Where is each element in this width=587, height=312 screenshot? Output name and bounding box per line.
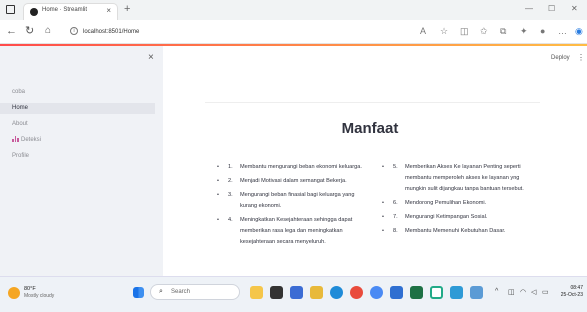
address-bar[interactable]: i localhost:8501/Home (70, 25, 400, 39)
wifi-icon[interactable]: ◠ (520, 288, 526, 296)
clock-date: 25-Oct-23 (560, 292, 583, 298)
sidebar: × coba Home About Deteksi Profile (0, 46, 163, 276)
task-view-icon[interactable] (270, 286, 283, 299)
weather-temp: 80°F (24, 286, 36, 292)
weather-condition: Mostly cloudy (24, 293, 55, 299)
search-icon: ⌕ (159, 288, 163, 295)
list-item: • 4. Meningkatkan Kesejahteraan sehingga d… (217, 217, 353, 245)
sidebar-item-coba[interactable]: coba (0, 87, 155, 98)
bar-chart-icon (12, 136, 19, 143)
benefits-list-right: • 5. Memberikan Akses Ke layanan Penting s… (382, 162, 542, 237)
browser-toolbar: ← ↻ ⌂ i localhost:8501/Home A ☆ ◫ ✩ ⧉ ✦ ●… (0, 20, 587, 44)
tab-title: Home · Streamlit (42, 7, 88, 13)
tray-chevron-icon[interactable]: ^ (495, 288, 498, 295)
chat-icon[interactable] (290, 286, 303, 299)
profile-icon[interactable]: ● (540, 26, 545, 36)
app-icon[interactable] (470, 286, 483, 299)
read-aloud-icon[interactable]: A (420, 26, 426, 36)
search-label: Search (171, 289, 191, 295)
extensions-icon[interactable]: ✦ (520, 26, 528, 37)
list-item: • 7. Mengurangi Ketimpangan Sosial. (382, 214, 488, 220)
window-menu-icon[interactable] (6, 5, 15, 14)
page-title: Manfaat (341, 120, 399, 137)
more-icon[interactable]: … (558, 26, 567, 36)
close-window-icon[interactable]: ✕ (571, 4, 578, 13)
sidebar-item-home[interactable]: Home (0, 103, 155, 114)
maximize-icon[interactable]: ☐ (548, 4, 555, 13)
sidebar-close-icon[interactable]: × (148, 52, 154, 63)
list-item: • 5. Memberikan Akses Ke layanan Penting s… (382, 164, 524, 192)
circle-app-icon[interactable] (430, 286, 443, 299)
browser-tab-strip: Home · Streamlit × + — ☐ ✕ (0, 0, 587, 20)
app-icon[interactable] (450, 286, 463, 299)
clock[interactable]: 08:47 25-Oct-23 (553, 285, 583, 299)
list-item: • 8. Membantu Memenuhi Kebutuhan Dasar. (382, 228, 506, 234)
chrome-icon[interactable] (370, 286, 383, 299)
copilot-icon[interactable]: ◉ (575, 26, 583, 37)
volume-icon[interactable]: ◁ (531, 288, 536, 296)
back-icon[interactable]: ← (6, 25, 17, 37)
divider (205, 102, 540, 103)
start-icon[interactable] (133, 287, 144, 298)
home-icon[interactable]: ⌂ (45, 25, 51, 37)
vscode-icon[interactable] (390, 286, 403, 299)
streamlit-favicon-icon (30, 8, 38, 16)
list-item: • 3. Mengurangi beban finasial bagi keluar… (217, 192, 355, 209)
browser-tab[interactable]: Home · Streamlit × (23, 3, 118, 20)
list-item: • 6. Mendorong Pemulihan Ekonomi. (382, 200, 487, 206)
tab-close-icon[interactable]: × (106, 6, 111, 15)
main-menu-icon[interactable]: ⋮ (577, 53, 585, 62)
sidebar-item-label: Deteksi (21, 137, 42, 143)
battery-icon[interactable]: ▭ (542, 288, 549, 296)
sidebar-item-about[interactable]: About (0, 119, 155, 130)
tray-icon[interactable]: ◫ (508, 288, 515, 296)
search-box[interactable]: ⌕ Search (150, 284, 240, 300)
widgets-icon[interactable] (250, 286, 263, 299)
app-icon[interactable] (350, 286, 363, 299)
excel-icon[interactable] (410, 286, 423, 299)
favorite-star-icon[interactable]: ☆ (440, 26, 448, 37)
new-tab-icon[interactable]: + (124, 3, 130, 15)
sidebar-item-profile[interactable]: Profile (0, 151, 155, 162)
file-explorer-icon[interactable] (310, 286, 323, 299)
site-info-icon[interactable]: i (70, 27, 78, 36)
list-item: • 2. Menjadi Motivasi dalam semangat Beker… (217, 178, 347, 184)
collections-icon[interactable]: ⧉ (500, 26, 506, 37)
sidebar-item-deteksi[interactable]: Deteksi (0, 135, 155, 146)
benefits-list-left: • 1. Membantu mengurangi beban ekonomi kel… (217, 162, 372, 248)
url-text: localhost:8501/Home (83, 29, 140, 35)
clock-time: 08:47 (570, 285, 583, 291)
taskbar: 80°F Mostly cloudy ⌕ Search ^ ◫ ◠ ◁ ▭ 08… (0, 276, 587, 312)
list-item: • 1. Membantu mengurangi beban ekonomi kel… (217, 164, 362, 170)
split-screen-icon[interactable]: ◫ (460, 26, 469, 37)
minimize-icon[interactable]: — (525, 4, 533, 13)
weather-icon (8, 287, 20, 299)
deploy-button[interactable]: Deploy (551, 55, 570, 61)
favorites-icon[interactable]: ✩ (480, 26, 488, 37)
refresh-icon[interactable]: ↻ (25, 25, 34, 37)
edge-icon[interactable] (330, 286, 343, 299)
